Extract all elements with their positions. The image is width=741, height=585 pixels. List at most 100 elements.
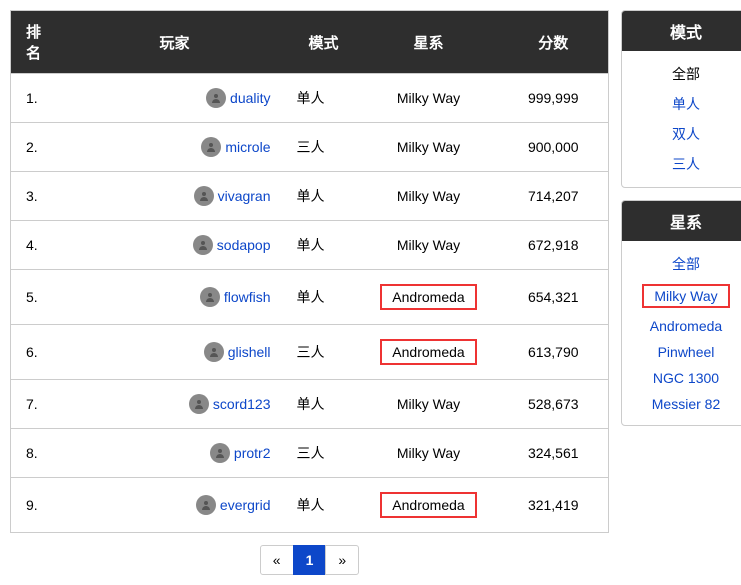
mode-cell: 单人 xyxy=(289,380,359,429)
avatar-icon xyxy=(210,443,230,463)
col-galaxy: 星系 xyxy=(359,11,499,74)
pager-next-button[interactable]: » xyxy=(325,545,359,575)
galaxy-filter-item[interactable]: Messier 82 xyxy=(628,391,741,417)
galaxy-cell: Milky Way xyxy=(359,429,499,478)
galaxy-filter-panel: 星系 全部Milky WayAndromedaPinwheelNGC 1300M… xyxy=(621,200,741,426)
galaxy-cell: Milky Way xyxy=(359,380,499,429)
col-score: 分数 xyxy=(499,11,609,74)
mode-filter-item[interactable]: 三人 xyxy=(628,149,741,179)
galaxy-cell: Andromeda xyxy=(359,270,499,325)
table-row: 2. microle 三人Milky Way900,000 xyxy=(11,123,609,172)
rank-cell: 2. xyxy=(11,123,61,172)
pager-page-1-button[interactable]: 1 xyxy=(293,545,327,575)
mode-filter-item[interactable]: 单人 xyxy=(628,89,741,119)
galaxy-filter-selected: Milky Way xyxy=(642,284,729,308)
galaxy-cell: Andromeda xyxy=(359,325,499,380)
galaxy-highlight: Andromeda xyxy=(380,284,476,310)
col-player: 玩家 xyxy=(61,11,289,74)
mode-cell: 单人 xyxy=(289,172,359,221)
player-cell: glishell xyxy=(61,325,289,380)
avatar-icon xyxy=(206,88,226,108)
mode-filter-item[interactable]: 双人 xyxy=(628,119,741,149)
player-link[interactable]: protr2 xyxy=(234,445,271,461)
player-cell: evergrid xyxy=(61,478,289,533)
mode-filter-link[interactable]: 双人 xyxy=(672,126,700,142)
avatar-icon xyxy=(189,394,209,414)
galaxy-filter-item[interactable]: 全部 xyxy=(628,249,741,279)
player-link[interactable]: flowfish xyxy=(224,289,271,305)
galaxy-cell: Andromeda xyxy=(359,478,499,533)
mode-panel-title: 模式 xyxy=(622,11,741,51)
player-link[interactable]: evergrid xyxy=(220,497,271,513)
col-rank: 排名 xyxy=(11,11,61,74)
player-cell: microle xyxy=(61,123,289,172)
galaxy-filter-link[interactable]: NGC 1300 xyxy=(653,370,719,386)
galaxy-filter-link[interactable]: Andromeda xyxy=(650,318,722,334)
score-cell: 672,918 xyxy=(499,221,609,270)
rank-cell: 7. xyxy=(11,380,61,429)
table-row: 1.duality单人Milky Way999,999 xyxy=(11,74,609,123)
avatar-icon xyxy=(200,287,220,307)
player-link[interactable]: sodapop xyxy=(217,237,271,253)
avatar-icon xyxy=(201,137,221,157)
mode-cell: 三人 xyxy=(289,429,359,478)
table-row: 4. sodapop 单人Milky Way672,918 xyxy=(11,221,609,270)
score-cell: 999,999 xyxy=(499,74,609,123)
pager-prev-button[interactable]: « xyxy=(260,545,294,575)
mode-filter-panel: 模式 全部单人双人三人 xyxy=(621,10,741,188)
galaxy-cell: Milky Way xyxy=(359,221,499,270)
table-row: 9.evergrid单人Andromeda321,419 xyxy=(11,478,609,533)
mode-filter-link[interactable]: 全部 xyxy=(672,66,700,82)
player-cell: scord123 xyxy=(61,380,289,429)
table-row: 7. scord123 单人Milky Way528,673 xyxy=(11,380,609,429)
galaxy-cell: Milky Way xyxy=(359,74,499,123)
col-mode: 模式 xyxy=(289,11,359,74)
galaxy-highlight: Andromeda xyxy=(380,492,476,518)
table-row: 6.glishell三人Andromeda613,790 xyxy=(11,325,609,380)
player-link[interactable]: duality xyxy=(230,90,270,106)
rank-cell: 8. xyxy=(11,429,61,478)
mode-cell: 单人 xyxy=(289,270,359,325)
rank-cell: 5. xyxy=(11,270,61,325)
player-link[interactable]: vivagran xyxy=(218,188,271,204)
galaxy-filter-link[interactable]: Milky Way xyxy=(654,288,717,304)
score-cell: 528,673 xyxy=(499,380,609,429)
score-cell: 900,000 xyxy=(499,123,609,172)
leaderboard-table: 排名 玩家 模式 星系 分数 1.duality单人Milky Way999,9… xyxy=(10,10,609,533)
mode-cell: 三人 xyxy=(289,325,359,380)
score-cell: 654,321 xyxy=(499,270,609,325)
rank-cell: 9. xyxy=(11,478,61,533)
mode-filter-link[interactable]: 单人 xyxy=(672,96,700,112)
rank-cell: 3. xyxy=(11,172,61,221)
avatar-icon xyxy=(196,495,216,515)
mode-cell: 三人 xyxy=(289,123,359,172)
player-link[interactable]: scord123 xyxy=(213,396,271,412)
mode-filter-item[interactable]: 全部 xyxy=(628,59,741,89)
galaxy-cell: Milky Way xyxy=(359,172,499,221)
avatar-icon xyxy=(193,235,213,255)
galaxy-highlight: Andromeda xyxy=(380,339,476,365)
pager: « 1 » xyxy=(10,545,609,575)
mode-cell: 单人 xyxy=(289,74,359,123)
table-row: 8.protr2三人Milky Way324,561 xyxy=(11,429,609,478)
score-cell: 321,419 xyxy=(499,478,609,533)
mode-filter-link[interactable]: 三人 xyxy=(672,156,700,172)
galaxy-filter-link[interactable]: Messier 82 xyxy=(652,396,720,412)
rank-cell: 4. xyxy=(11,221,61,270)
galaxy-filter-link[interactable]: Pinwheel xyxy=(658,344,715,360)
galaxy-filter-item[interactable]: Pinwheel xyxy=(628,339,741,365)
player-link[interactable]: microle xyxy=(225,139,270,155)
player-cell: flowfish xyxy=(61,270,289,325)
galaxy-cell: Milky Way xyxy=(359,123,499,172)
galaxy-filter-link[interactable]: 全部 xyxy=(672,256,700,272)
galaxy-filter-item[interactable]: Milky Way xyxy=(628,279,741,313)
mode-cell: 单人 xyxy=(289,221,359,270)
table-row: 3.vivagran单人Milky Way714,207 xyxy=(11,172,609,221)
galaxy-filter-item[interactable]: Andromeda xyxy=(628,313,741,339)
galaxy-filter-item[interactable]: NGC 1300 xyxy=(628,365,741,391)
table-row: 5. flowfish 单人 Andromeda 654,321 xyxy=(11,270,609,325)
player-link[interactable]: glishell xyxy=(228,344,271,360)
avatar-icon xyxy=(194,186,214,206)
score-cell: 613,790 xyxy=(499,325,609,380)
player-cell: duality xyxy=(61,74,289,123)
